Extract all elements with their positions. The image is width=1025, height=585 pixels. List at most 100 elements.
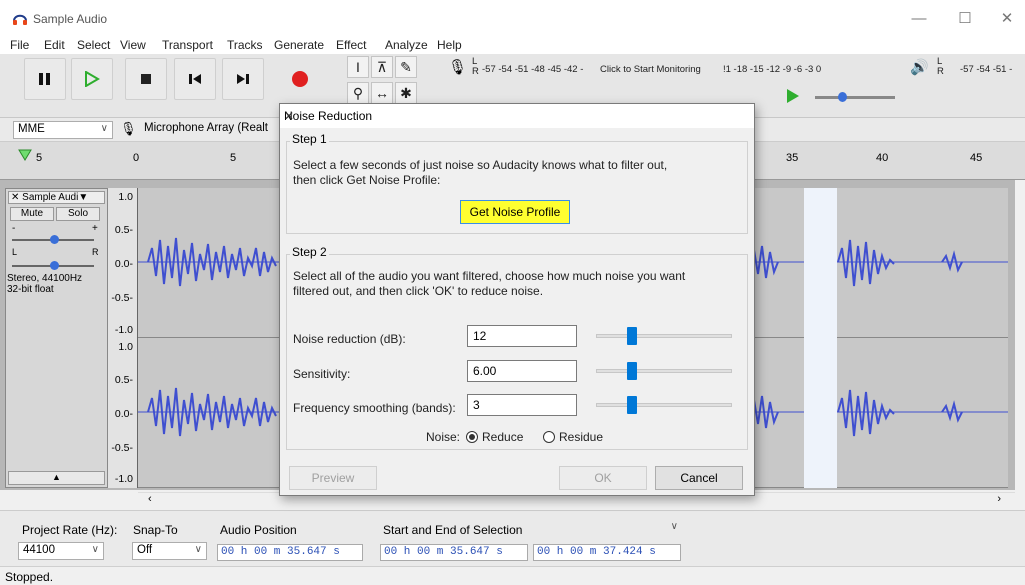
ruler-tick: 0 [133, 152, 140, 164]
playback-speed-thumb[interactable] [838, 92, 847, 102]
cancel-button[interactable]: Cancel [655, 466, 743, 490]
playback-speed-slider[interactable] [815, 96, 895, 99]
chevron-down-icon: ∨ [91, 544, 99, 555]
residue-radio-label[interactable]: Residue [559, 429, 603, 445]
dialog-title-bar[interactable]: Noise Reduction ✕ [280, 104, 754, 128]
timeshift-tool[interactable]: ↔ [371, 82, 393, 104]
noise-reduction-input[interactable]: 12 [467, 325, 577, 347]
selection-start-field[interactable]: 00 h 00 m 35.647 s [380, 544, 528, 561]
cursor-icon: I [356, 59, 360, 75]
reduce-radio[interactable] [466, 431, 478, 443]
selection-end-value: 00 h 00 m 37.424 s [537, 546, 656, 558]
maximize-button[interactable]: ☐ [950, 8, 980, 30]
get-noise-profile-button[interactable]: Get Noise Profile [460, 200, 570, 224]
noise-mode-label: Noise: [426, 430, 461, 444]
selection-tool[interactable]: I [347, 56, 369, 78]
track-header[interactable]: ✕ Sample Audi▼ [8, 191, 105, 204]
envelope-icon: ⊼ [376, 58, 388, 75]
snap-to-label: Snap-To [133, 523, 178, 537]
sensitivity-slider[interactable] [596, 369, 732, 373]
solo-button[interactable]: Solo [56, 207, 100, 221]
headphones-icon [13, 14, 27, 25]
pan-slider-thumb[interactable] [50, 261, 59, 270]
close-icon[interactable]: ✕ [284, 109, 746, 123]
ruler-tick: 40 [876, 152, 889, 164]
stop-button[interactable] [125, 58, 167, 100]
audio-position-label: Audio Position [220, 523, 297, 537]
close-track-icon[interactable]: ✕ [11, 192, 22, 203]
pause-icon [39, 73, 50, 85]
skip-start-button[interactable] [174, 58, 216, 100]
envelope-tool[interactable]: ⊼ [371, 56, 393, 78]
stop-icon [141, 74, 151, 84]
play-head-icon [18, 149, 32, 161]
scale-label: 1.0 [118, 341, 133, 353]
gain-slider-thumb[interactable] [50, 235, 59, 244]
microphone-icon[interactable]: 🎙 [448, 58, 467, 76]
sensitivity-input[interactable]: 6.00 [467, 360, 577, 382]
title-bar: Sample Audio — ☐ ✕ [0, 0, 1025, 34]
preview-button[interactable]: Preview [289, 466, 377, 490]
noise-reduction-slider-thumb[interactable] [627, 327, 637, 345]
chevron-down-icon: ▼ [78, 192, 89, 203]
record-button[interactable] [279, 58, 321, 100]
record-meter-r: R [472, 66, 479, 77]
scale-label: 0.0- [114, 408, 133, 420]
speaker-icon[interactable]: 🔊 [910, 58, 929, 76]
pan-left-label: L [12, 247, 18, 257]
selection-end-field[interactable]: 00 h 00 m 37.424 s [533, 544, 681, 561]
collapse-track-button[interactable]: ▲ [8, 471, 105, 485]
track-name: Sample Audi [22, 192, 79, 203]
sensitivity-slider-thumb[interactable] [627, 362, 637, 380]
close-window-button[interactable]: ✕ [992, 8, 1022, 30]
skip-start-icon [189, 74, 201, 84]
scale-label: -0.5- [111, 292, 133, 304]
frequency-smoothing-slider[interactable] [596, 403, 732, 407]
recording-device-select[interactable]: Microphone Array (Realt [140, 121, 280, 139]
selection-start-value: 00 h 00 m 35.647 s [384, 546, 503, 558]
frequency-smoothing-slider-thumb[interactable] [627, 396, 637, 414]
menu-select[interactable]: Select [77, 38, 110, 52]
track-bit-depth: 32-bit float [7, 284, 54, 295]
frequency-smoothing-input[interactable]: 3 [467, 394, 577, 416]
menu-generate[interactable]: Generate [274, 38, 324, 52]
minimize-button[interactable]: — [904, 8, 934, 30]
record-meter-monitor[interactable]: Click to Start Monitoring [600, 64, 701, 75]
ok-button[interactable]: OK [559, 466, 647, 490]
skip-end-button[interactable] [222, 58, 264, 100]
mute-button[interactable]: Mute [10, 207, 54, 221]
audio-host-select[interactable]: MME ∨ [13, 121, 113, 139]
snap-to-select[interactable]: Off ∨ [132, 542, 207, 560]
menu-view[interactable]: View [120, 38, 146, 52]
skip-end-icon [237, 74, 249, 84]
zoom-tool[interactable]: ⚲ [347, 82, 369, 104]
audio-position-field[interactable]: 00 h 00 m 35.647 s [217, 544, 363, 561]
reduce-radio-label[interactable]: Reduce [482, 429, 523, 445]
record-meter-scale-2: !1 -18 -15 -12 -9 -6 -3 0 [723, 64, 822, 75]
pause-button[interactable] [24, 58, 66, 100]
noise-reduction-slider[interactable] [596, 334, 732, 338]
menu-tracks[interactable]: Tracks [227, 38, 263, 52]
vertical-scrollbar[interactable] [1015, 180, 1025, 510]
chevron-left-icon[interactable]: ‹ [148, 493, 152, 505]
menu-transport[interactable]: Transport [162, 38, 213, 52]
play-meter-r: R [937, 66, 944, 77]
step1-instruction-2: then click Get Noise Profile: [293, 173, 441, 187]
collapse-arrow-icon: ▲ [52, 472, 61, 482]
residue-radio[interactable] [543, 431, 555, 443]
play-at-speed-button[interactable] [785, 88, 805, 106]
multi-tool[interactable]: ✱ [395, 82, 417, 104]
menu-effect[interactable]: Effect [336, 38, 366, 52]
chevron-right-icon[interactable]: › [997, 493, 1001, 505]
menu-edit[interactable]: Edit [44, 38, 65, 52]
menu-file[interactable]: File [10, 38, 29, 52]
microphone-icon: 🎙 [120, 121, 137, 136]
menu-help[interactable]: Help [437, 38, 462, 52]
play-button[interactable] [71, 58, 113, 100]
menu-bar: File Edit Select View Transport Tracks G… [0, 34, 1025, 54]
draw-tool[interactable]: ✎ [395, 56, 417, 78]
menu-analyze[interactable]: Analyze [385, 38, 428, 52]
project-rate-select[interactable]: 44100 ∨ [18, 542, 104, 560]
selection-mode-select[interactable]: ∨ [380, 520, 682, 538]
selection-region[interactable] [804, 188, 837, 488]
